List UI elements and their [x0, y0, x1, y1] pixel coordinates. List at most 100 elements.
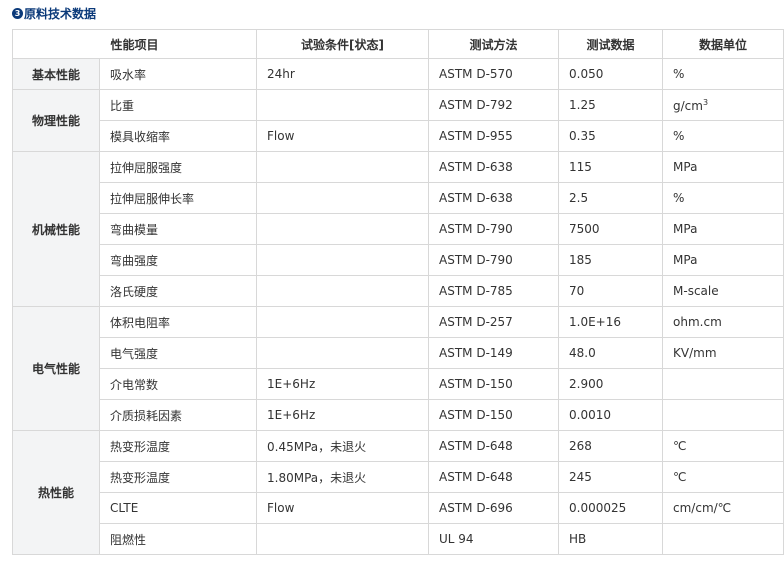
- table-header-row: 性能项目 试验条件[状态] 测试方法 测试数据 数据单位: [11, 29, 784, 59]
- table-body: 基本性能 吸水率 24hr ASTM D-570 0.050% 物理性能 比重 ASTM D-…: [12, 58, 784, 555]
- section-title: 原料技术数据: [24, 7, 97, 21]
- value-cell: 245: [558, 461, 664, 493]
- circled-number-icon: 3: [12, 8, 23, 19]
- property-cell: CLTE: [98, 492, 258, 524]
- table-row: 机械性能 拉伸屈服强度 ASTM D-638 115 MPa: [12, 151, 784, 307]
- property-cell: 热变形温度: [98, 430, 258, 462]
- condition-cell: [256, 213, 430, 245]
- table-row: 基本性能 吸水率 24hr ASTM D-570 0.050%: [12, 58, 784, 90]
- value-cell: 115: [558, 151, 664, 183]
- value-cell: HB: [558, 523, 664, 555]
- unit-cell: ℃: [662, 430, 784, 462]
- value-cell: 1.25: [558, 89, 664, 121]
- table-row: 阻燃性 UL 94 HB: [13, 523, 784, 555]
- category-cell: 基本性能: [12, 58, 100, 90]
- value-cell: 0.0010: [558, 399, 664, 431]
- value-cell: 2.900: [558, 368, 664, 400]
- value-cell: 70: [558, 275, 664, 307]
- header-condition: 试验条件[状态]: [256, 29, 430, 59]
- unit-cell: %: [662, 120, 784, 152]
- condition-cell: Flow: [256, 492, 430, 524]
- unit-cell: [662, 399, 784, 431]
- unit-cell: [662, 368, 784, 400]
- value-cell: 1.0E+16: [558, 306, 664, 338]
- method-cell: ASTM D-648: [428, 430, 560, 462]
- table-row: 洛氏硬度 ASTM D-785 70 M-scale: [13, 275, 784, 307]
- property-cell: 介电常数: [98, 368, 258, 400]
- value-cell: 0.35: [558, 120, 664, 152]
- table-row: 弯曲强度 ASTM D-790 185 MPa: [13, 244, 784, 276]
- value-cell: 0.000025: [558, 492, 664, 524]
- table-row: 物理性能 比重 ASTM D-792 1.25 g/cm3: [12, 89, 784, 152]
- header-property: 性能项目: [11, 29, 258, 59]
- property-cell: 洛氏硬度: [98, 275, 258, 307]
- table-row: CLTE Flow ASTM D-696 0.000025 cm/cm/℃: [13, 492, 784, 524]
- table-row: 电气强度 ASTM D-149 48.0 KV/mm: [13, 337, 784, 369]
- condition-cell: 1.80MPa，未退火: [256, 461, 430, 493]
- property-cell: 介质损耗因素: [98, 399, 258, 431]
- property-cell: 体积电阻率: [98, 306, 258, 338]
- table-row: 热性能 热变形温度 0.45MPa，未退火 ASTM D-648 268 ℃: [12, 430, 784, 555]
- condition-cell: [256, 523, 430, 555]
- unit-superscript: 3: [702, 97, 709, 107]
- condition-cell: 1E+6Hz: [256, 399, 430, 431]
- property-cell: 弯曲强度: [98, 244, 258, 276]
- unit-cell: %: [662, 182, 784, 214]
- property-cell: 热变形温度: [98, 461, 258, 493]
- method-cell: ASTM D-150: [428, 399, 560, 431]
- property-cell: 弯曲模量: [98, 213, 258, 245]
- property-cell: 模具收缩率: [98, 120, 258, 152]
- category-cell: 物理性能: [12, 89, 100, 152]
- method-cell: ASTM D-150: [428, 368, 560, 400]
- table-row: 弯曲模量 ASTM D-790 7500 MPa: [13, 213, 784, 245]
- unit-cell: ohm.cm: [662, 306, 784, 338]
- table-row: 模具收缩率 Flow ASTM D-955 0.35%: [13, 120, 784, 152]
- method-cell: ASTM D-257: [428, 306, 560, 338]
- condition-cell: [256, 89, 430, 121]
- condition-cell: [256, 306, 430, 338]
- unit-cell: ℃: [662, 461, 784, 493]
- unit-cell: %: [662, 58, 784, 90]
- unit-cell: MPa: [662, 244, 784, 276]
- table-row: 介质损耗因素 1E+6Hz ASTM D-150 0.0010: [13, 399, 784, 431]
- table-row: 拉伸屈服伸长率 ASTM D-638 2.5%: [13, 182, 784, 214]
- method-cell: ASTM D-955: [428, 120, 560, 152]
- value-cell: 7500: [558, 213, 664, 245]
- method-cell: ASTM D-638: [428, 151, 560, 183]
- section-heading: 3 原料技术数据: [12, 5, 96, 22]
- value-cell: 268: [558, 430, 664, 462]
- category-cell: 机械性能: [12, 151, 100, 307]
- condition-cell: 0.45MPa，未退火: [256, 430, 430, 462]
- unit-cell: MPa: [662, 151, 784, 183]
- table-row: 热变形温度 1.80MPa，未退火 ASTM D-648 245 ℃: [13, 461, 784, 493]
- method-cell: ASTM D-696: [428, 492, 560, 524]
- condition-cell: [256, 244, 430, 276]
- condition-cell: [256, 275, 430, 307]
- category-cell: 电气性能: [12, 306, 100, 431]
- header-value: 测试数据: [558, 29, 664, 59]
- unit-text: g/cm: [673, 98, 703, 113]
- table-row: 介电常数 1E+6Hz ASTM D-150 2.900: [13, 368, 784, 400]
- condition-cell: 1E+6Hz: [256, 368, 430, 400]
- method-cell: ASTM D-570: [428, 58, 560, 90]
- unit-cell: MPa: [662, 213, 784, 245]
- method-cell: ASTM D-648: [428, 461, 560, 493]
- unit-cell: KV/mm: [662, 337, 784, 369]
- property-cell: 拉伸屈服伸长率: [98, 182, 258, 214]
- category-cell: 热性能: [12, 430, 100, 555]
- value-cell: 48.0: [558, 337, 664, 369]
- method-cell: ASTM D-792: [428, 89, 560, 121]
- unit-cell: [662, 523, 784, 555]
- table-row: 电气性能 体积电阻率 ASTM D-257 1.0E+16 ohm.cm: [12, 306, 784, 431]
- property-cell: 阻燃性: [98, 523, 258, 555]
- property-cell: 吸水率: [98, 58, 258, 90]
- method-cell: ASTM D-785: [428, 275, 560, 307]
- condition-cell: [256, 151, 430, 183]
- value-cell: 2.5: [558, 182, 664, 214]
- condition-cell: 24hr: [256, 58, 430, 90]
- value-cell: 185: [558, 244, 664, 276]
- value-cell: 0.050: [558, 58, 664, 90]
- header-method: 测试方法: [428, 29, 560, 59]
- material-data-table: 性能项目 试验条件[状态] 测试方法 测试数据 数据单位 基本性能 吸水率 24hr…: [11, 29, 784, 555]
- condition-cell: [256, 182, 430, 214]
